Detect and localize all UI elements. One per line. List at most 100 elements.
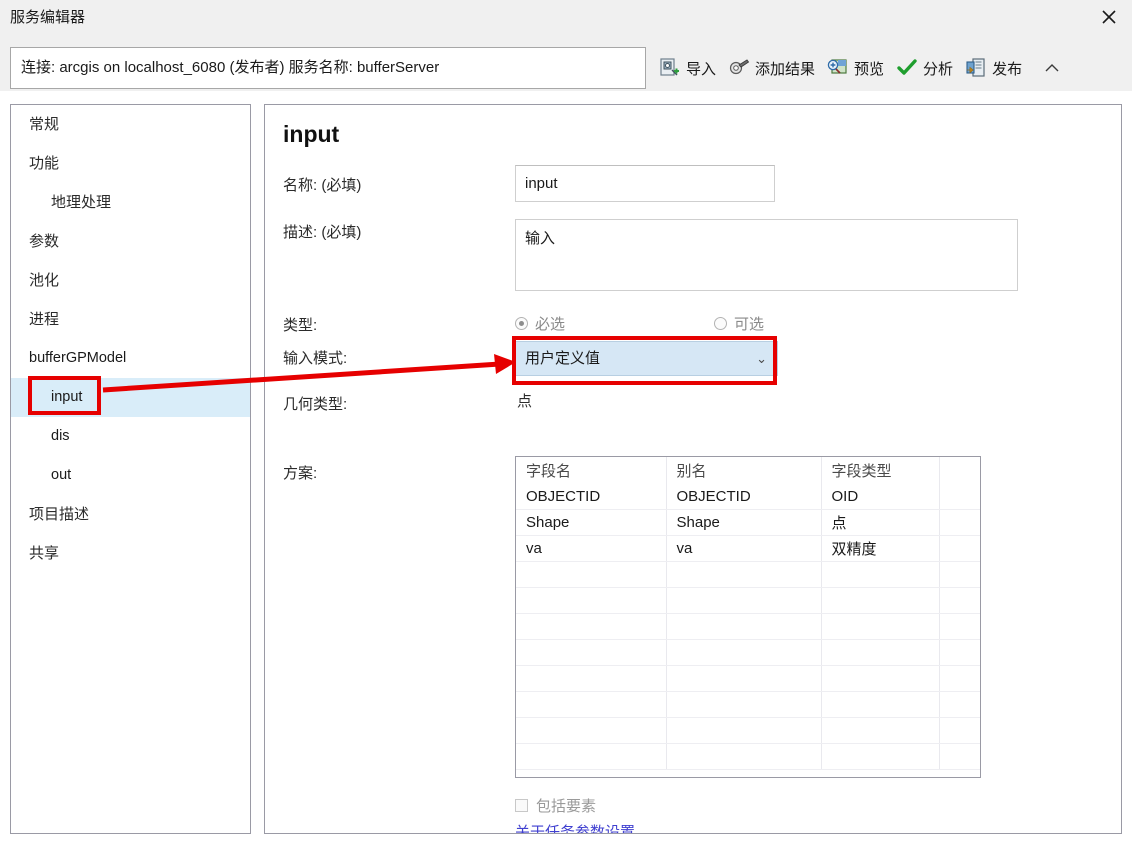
sidebar-item-pooling[interactable]: 池化	[11, 261, 250, 300]
table-cell: 双精度	[821, 536, 939, 562]
add-result-button[interactable]: 添加结果	[724, 55, 823, 81]
add-result-icon	[728, 57, 750, 79]
sidebar-item-input[interactable]: input	[11, 378, 250, 417]
sidebar-item-label: 常规	[29, 116, 59, 133]
radio-optional[interactable]: 可选	[714, 313, 764, 334]
table-row[interactable]	[516, 588, 980, 614]
page-title: input	[283, 121, 339, 148]
table-cell	[666, 640, 821, 666]
input-mode-select[interactable]: 用户定义值 ⌄	[515, 341, 778, 376]
table-row[interactable]: ShapeShape点	[516, 510, 980, 536]
table-cell	[516, 718, 666, 744]
table-cell	[939, 666, 980, 692]
table-cell: OID	[821, 484, 939, 510]
close-icon[interactable]	[1086, 0, 1132, 33]
main-panel: input 名称: (必填) input 描述: (必填) 输入 类型: 必选 …	[264, 104, 1122, 834]
table-cell	[821, 614, 939, 640]
analyze-label: 分析	[923, 58, 953, 79]
table-row[interactable]: OBJECTIDOBJECTIDOID	[516, 484, 980, 510]
geometry-type-value: 点	[517, 390, 532, 411]
toolbar: 导入 添加结果 预览 分析	[655, 47, 1068, 89]
table-row[interactable]	[516, 692, 980, 718]
sidebar-item-changui[interactable]: 常规	[11, 105, 250, 144]
table-row[interactable]: vava双精度	[516, 536, 980, 562]
name-label: 名称: (必填)	[283, 174, 361, 195]
include-features-label: 包括要素	[536, 795, 596, 816]
about-task-parameters-link[interactable]: 关于任务参数设置	[515, 821, 635, 834]
sidebar-item-label: 地理处理	[51, 194, 111, 211]
sidebar-item-item-description[interactable]: 项目描述	[11, 495, 250, 534]
table-cell	[939, 484, 980, 510]
window-title: 服务编辑器	[10, 6, 85, 27]
table-cell	[821, 744, 939, 770]
input-mode-value: 用户定义值	[525, 350, 600, 367]
table-cell	[939, 718, 980, 744]
geometry-type-label: 几何类型:	[283, 393, 347, 414]
radio-required[interactable]: 必选	[515, 313, 565, 334]
table-cell	[821, 666, 939, 692]
table-cell	[666, 614, 821, 640]
description-textarea[interactable]: 输入	[515, 219, 1018, 291]
sidebar-item-out[interactable]: out	[11, 456, 250, 495]
column-header-alias: 别名	[666, 457, 821, 484]
table-cell: OBJECTID	[516, 484, 666, 510]
sidebar-item-gongneng[interactable]: 功能	[11, 144, 250, 183]
sidebar-item-geoprocessing[interactable]: 地理处理	[11, 183, 250, 222]
table-cell	[939, 614, 980, 640]
sidebar-item-dis[interactable]: dis	[11, 417, 250, 456]
include-features-checkbox[interactable]: 包括要素	[515, 795, 596, 816]
publish-button[interactable]: 发布	[961, 55, 1030, 81]
add-result-label: 添加结果	[755, 58, 815, 79]
sidebar-item-label: 功能	[29, 155, 59, 172]
sidebar-item-label: 共享	[29, 545, 59, 562]
table-cell	[939, 562, 980, 588]
column-header-field-name: 字段名	[516, 457, 666, 484]
sidebar-item-parameters[interactable]: 参数	[11, 222, 250, 261]
table-header-row: 字段名 别名 字段类型	[516, 457, 980, 484]
analyze-button[interactable]: 分析	[892, 55, 961, 81]
table-cell	[516, 640, 666, 666]
column-header-field-type: 字段类型	[821, 457, 939, 484]
table-row[interactable]	[516, 640, 980, 666]
chevron-up-icon[interactable]	[1036, 58, 1068, 79]
table-cell	[821, 692, 939, 718]
connection-input[interactable]: 连接: arcgis on localhost_6080 (发布者) 服务名称:…	[10, 47, 646, 89]
table-cell	[821, 640, 939, 666]
chevron-down-icon: ⌄	[756, 342, 767, 375]
table-cell	[666, 666, 821, 692]
publish-icon	[965, 57, 987, 79]
table-cell: OBJECTID	[666, 484, 821, 510]
table-cell	[821, 588, 939, 614]
table-row[interactable]	[516, 718, 980, 744]
import-icon	[659, 57, 681, 79]
schema-table[interactable]: 字段名 别名 字段类型 OBJECTIDOBJECTIDOIDShapeShap…	[515, 456, 981, 778]
import-button[interactable]: 导入	[655, 55, 724, 81]
table-cell	[939, 744, 980, 770]
sidebar-item-label: bufferGPModel	[29, 350, 126, 366]
sidebar-item-label: input	[51, 389, 82, 405]
radio-off-icon	[714, 317, 727, 330]
sidebar-item-process[interactable]: 进程	[11, 300, 250, 339]
table-cell	[516, 744, 666, 770]
table-row[interactable]	[516, 666, 980, 692]
table-cell	[666, 744, 821, 770]
table-row[interactable]	[516, 744, 980, 770]
sidebar-item-buffergpmodel[interactable]: bufferGPModel	[11, 339, 250, 378]
publish-label: 发布	[992, 58, 1022, 79]
preview-label: 预览	[854, 58, 884, 79]
preview-icon	[827, 57, 849, 79]
table-cell	[939, 588, 980, 614]
window-titlebar: 服务编辑器	[0, 0, 1132, 34]
sidebar-item-label: 项目描述	[29, 506, 89, 523]
type-radio-group: 必选 可选	[515, 313, 935, 333]
table-cell: Shape	[666, 510, 821, 536]
table-cell	[939, 510, 980, 536]
sidebar-item-sharing[interactable]: 共享	[11, 534, 250, 573]
name-input[interactable]: input	[515, 165, 775, 202]
checkbox-unchecked-icon	[515, 799, 528, 812]
sidebar-item-label: 进程	[29, 311, 59, 328]
type-label: 类型:	[283, 314, 317, 335]
preview-button[interactable]: 预览	[823, 55, 892, 81]
table-row[interactable]	[516, 562, 980, 588]
table-row[interactable]	[516, 614, 980, 640]
